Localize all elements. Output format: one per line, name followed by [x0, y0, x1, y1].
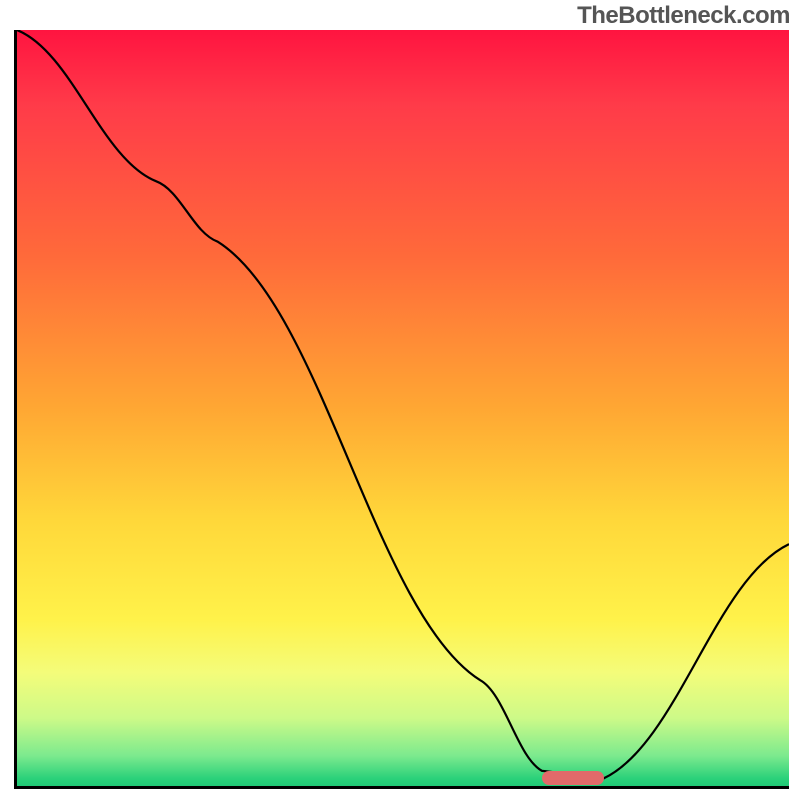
bottleneck-chart: TheBottleneck.com	[0, 0, 800, 800]
bottleneck-curve-path	[17, 30, 789, 778]
optimal-range-marker	[542, 771, 604, 785]
watermark-text: TheBottleneck.com	[577, 2, 790, 30]
curve-svg	[17, 30, 789, 786]
plot-area	[14, 30, 789, 789]
